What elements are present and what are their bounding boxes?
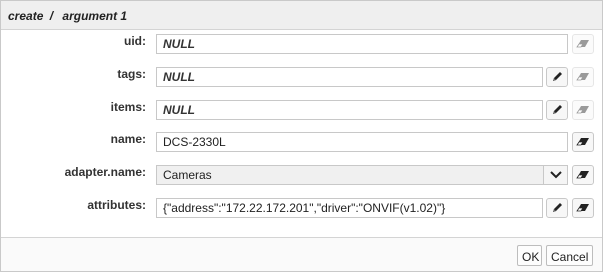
eraser-icon	[576, 106, 589, 114]
cancel-button[interactable]: Cancel	[546, 245, 593, 266]
title-separator: /	[49, 9, 54, 23]
pencil-icon	[553, 105, 562, 114]
eraser-icon	[576, 138, 589, 146]
eraser-icon	[576, 204, 589, 212]
tags-edit-button[interactable]	[546, 67, 568, 87]
field-row-adapter-name: adapter.name: Cameras	[1, 165, 602, 189]
dialog-footer: OK Cancel	[1, 237, 602, 271]
pencil-icon	[553, 72, 562, 81]
name-field[interactable]: DCS-2330L	[156, 132, 568, 152]
dialog-body: uid: NULL tags: NULL items: NULL name: D…	[1, 30, 602, 238]
chevron-down-icon[interactable]	[543, 166, 567, 184]
title-part-argument: argument 1	[62, 9, 128, 23]
adapter-name-label: adapter.name:	[64, 165, 146, 179]
name-label: name:	[110, 132, 146, 146]
field-row-items: items: NULL	[1, 100, 602, 124]
items-field[interactable]: NULL	[156, 100, 543, 120]
edit-argument-dialog: create / argument 1 uid: NULL tags: NULL…	[0, 0, 603, 272]
title-part-create: create	[8, 9, 44, 23]
uid-label: uid:	[124, 34, 146, 48]
field-row-name: name: DCS-2330L	[1, 132, 602, 156]
field-row-tags: tags: NULL	[1, 67, 602, 91]
adapter-name-select[interactable]: Cameras	[156, 165, 568, 185]
adapter-name-clear-button[interactable]	[572, 165, 594, 185]
attributes-label: attributes:	[87, 198, 146, 212]
eraser-icon	[576, 73, 589, 81]
adapter-name-value: Cameras	[163, 168, 212, 182]
uid-field[interactable]: NULL	[156, 34, 568, 54]
eraser-icon	[576, 40, 589, 48]
attributes-clear-button[interactable]	[572, 198, 594, 218]
name-clear-button[interactable]	[572, 132, 594, 152]
items-edit-button[interactable]	[546, 100, 568, 120]
ok-button[interactable]: OK	[517, 245, 542, 266]
eraser-icon	[576, 171, 589, 179]
dialog-title: create / argument 1	[1, 1, 602, 30]
items-label: items:	[110, 100, 146, 114]
pencil-icon	[553, 203, 562, 212]
attributes-edit-button[interactable]	[546, 198, 568, 218]
uid-clear-button[interactable]	[572, 34, 594, 54]
tags-field[interactable]: NULL	[156, 67, 543, 87]
tags-clear-button[interactable]	[572, 67, 594, 87]
tags-label: tags:	[117, 67, 146, 81]
items-clear-button[interactable]	[572, 100, 594, 120]
field-row-uid: uid: NULL	[1, 34, 602, 58]
field-row-attributes: attributes: {"address":"172.22.172.201",…	[1, 198, 602, 222]
attributes-field[interactable]: {"address":"172.22.172.201","driver":"ON…	[156, 198, 543, 218]
